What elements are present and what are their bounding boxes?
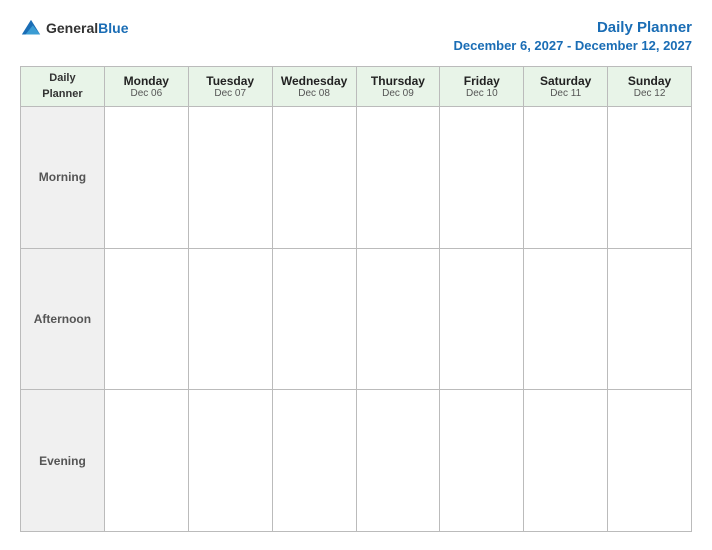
logo-area: GeneralBlue xyxy=(20,18,128,40)
cell-evening-wed[interactable] xyxy=(272,390,356,532)
header: GeneralBlue Daily Planner December 6, 20… xyxy=(20,18,692,54)
cell-afternoon-fri[interactable] xyxy=(440,248,524,390)
cell-evening-thu[interactable] xyxy=(356,390,440,532)
col-header-wed: Wednesday Dec 08 xyxy=(272,67,356,107)
row-label-evening: Evening xyxy=(21,390,105,532)
col-header-sat: Saturday Dec 11 xyxy=(524,67,608,107)
logo-blue: Blue xyxy=(98,20,128,36)
logo-text: GeneralBlue xyxy=(46,20,128,38)
col-header-sun: Sunday Dec 12 xyxy=(608,67,692,107)
col-header-label: Daily Planner xyxy=(21,67,105,107)
cell-evening-fri[interactable] xyxy=(440,390,524,532)
planner-table: Daily Planner Monday Dec 06 Tuesday Dec … xyxy=(20,66,692,532)
cell-evening-sat[interactable] xyxy=(524,390,608,532)
cell-afternoon-tue[interactable] xyxy=(188,248,272,390)
col-header-tue: Tuesday Dec 07 xyxy=(188,67,272,107)
header-row: Daily Planner Monday Dec 06 Tuesday Dec … xyxy=(21,67,692,107)
cell-morning-thu[interactable] xyxy=(356,107,440,249)
cell-morning-tue[interactable] xyxy=(188,107,272,249)
page: GeneralBlue Daily Planner December 6, 20… xyxy=(0,0,712,550)
row-afternoon: Afternoon xyxy=(21,248,692,390)
col-header-thu: Thursday Dec 09 xyxy=(356,67,440,107)
cell-evening-sun[interactable] xyxy=(608,390,692,532)
cell-morning-sun[interactable] xyxy=(608,107,692,249)
cell-afternoon-thu[interactable] xyxy=(356,248,440,390)
row-morning: Morning xyxy=(21,107,692,249)
cell-afternoon-mon[interactable] xyxy=(104,248,188,390)
planner-title: Daily Planner xyxy=(454,18,693,38)
logo-general: General xyxy=(46,20,98,36)
cell-afternoon-sat[interactable] xyxy=(524,248,608,390)
cell-morning-wed[interactable] xyxy=(272,107,356,249)
cell-morning-mon[interactable] xyxy=(104,107,188,249)
cell-morning-sat[interactable] xyxy=(524,107,608,249)
col-header-mon: Monday Dec 06 xyxy=(104,67,188,107)
planner-dates: December 6, 2027 - December 12, 2027 xyxy=(454,38,693,55)
cell-afternoon-sun[interactable] xyxy=(608,248,692,390)
row-label-morning: Morning xyxy=(21,107,105,249)
row-evening: Evening xyxy=(21,390,692,532)
cell-afternoon-wed[interactable] xyxy=(272,248,356,390)
row-label-afternoon: Afternoon xyxy=(21,248,105,390)
cell-evening-mon[interactable] xyxy=(104,390,188,532)
cell-morning-fri[interactable] xyxy=(440,107,524,249)
header-right: Daily Planner December 6, 2027 - Decembe… xyxy=(454,18,693,54)
col-header-fri: Friday Dec 10 xyxy=(440,67,524,107)
cell-evening-tue[interactable] xyxy=(188,390,272,532)
logo-icon xyxy=(20,18,42,40)
